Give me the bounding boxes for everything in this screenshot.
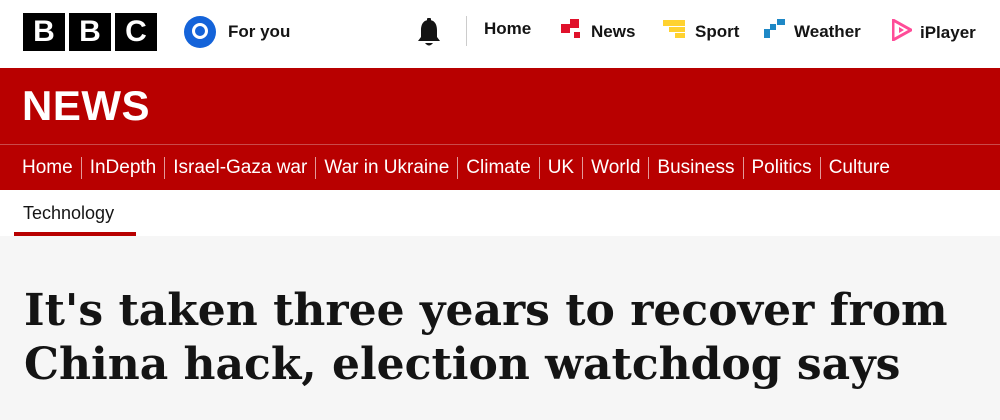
nav-iplayer-label: iPlayer bbox=[920, 22, 976, 42]
header-divider bbox=[466, 16, 467, 46]
section-nav-item-politics[interactable]: Politics bbox=[744, 156, 820, 180]
section-nav: Home InDepth Israel-Gaza war War in Ukra… bbox=[0, 144, 1000, 190]
nav-home[interactable]: Home bbox=[484, 19, 531, 39]
iplayer-icon bbox=[891, 17, 915, 46]
section-nav-item-climate[interactable]: Climate bbox=[458, 156, 538, 180]
news-icon bbox=[561, 19, 583, 44]
section-nav-item-uk[interactable]: UK bbox=[540, 156, 582, 180]
section-nav-item-israel-gaza-war[interactable]: Israel-Gaza war bbox=[165, 156, 315, 180]
nav-news[interactable]: News bbox=[561, 19, 635, 44]
news-banner: NEWS bbox=[0, 68, 1000, 144]
bbc-logo[interactable]: B B C bbox=[23, 13, 157, 51]
article-headline: It's taken three years to recover from C… bbox=[24, 285, 948, 390]
section-nav-item-business[interactable]: Business bbox=[649, 156, 742, 180]
notifications-bell-icon[interactable] bbox=[414, 17, 444, 49]
section-nav-item-home[interactable]: Home bbox=[14, 156, 81, 180]
bbc-logo-letter: C bbox=[115, 13, 157, 51]
for-you-label: For you bbox=[228, 22, 291, 41]
nav-sport-label: Sport bbox=[695, 21, 740, 41]
sub-nav: Technology bbox=[0, 190, 1000, 236]
for-you-link[interactable]: For you bbox=[184, 16, 290, 48]
nav-news-label: News bbox=[591, 21, 636, 41]
nav-weather-label: Weather bbox=[794, 21, 861, 41]
nav-home-label: Home bbox=[484, 19, 532, 38]
bbc-logo-letter: B bbox=[23, 13, 65, 51]
sub-nav-tab-technology[interactable]: Technology bbox=[14, 190, 136, 236]
sub-nav-tab-label: Technology bbox=[23, 203, 115, 223]
section-nav-item-indepth[interactable]: InDepth bbox=[82, 156, 165, 180]
article-header: It's taken three years to recover from C… bbox=[0, 236, 1000, 420]
sport-icon bbox=[663, 19, 687, 44]
section-nav-item-culture[interactable]: Culture bbox=[821, 156, 898, 180]
weather-icon bbox=[764, 19, 786, 44]
bbc-logo-letter: B bbox=[69, 13, 111, 51]
section-nav-item-world[interactable]: World bbox=[583, 156, 648, 180]
user-icon bbox=[184, 16, 216, 48]
nav-sport[interactable]: Sport bbox=[663, 19, 739, 44]
news-title-logo[interactable]: NEWS bbox=[22, 82, 150, 130]
top-bar: B B C For you Home News Sport Weather iP… bbox=[0, 0, 1000, 68]
section-nav-item-war-in-ukraine[interactable]: War in Ukraine bbox=[316, 156, 457, 180]
nav-weather[interactable]: Weather bbox=[764, 19, 861, 44]
nav-iplayer[interactable]: iPlayer bbox=[891, 17, 976, 46]
